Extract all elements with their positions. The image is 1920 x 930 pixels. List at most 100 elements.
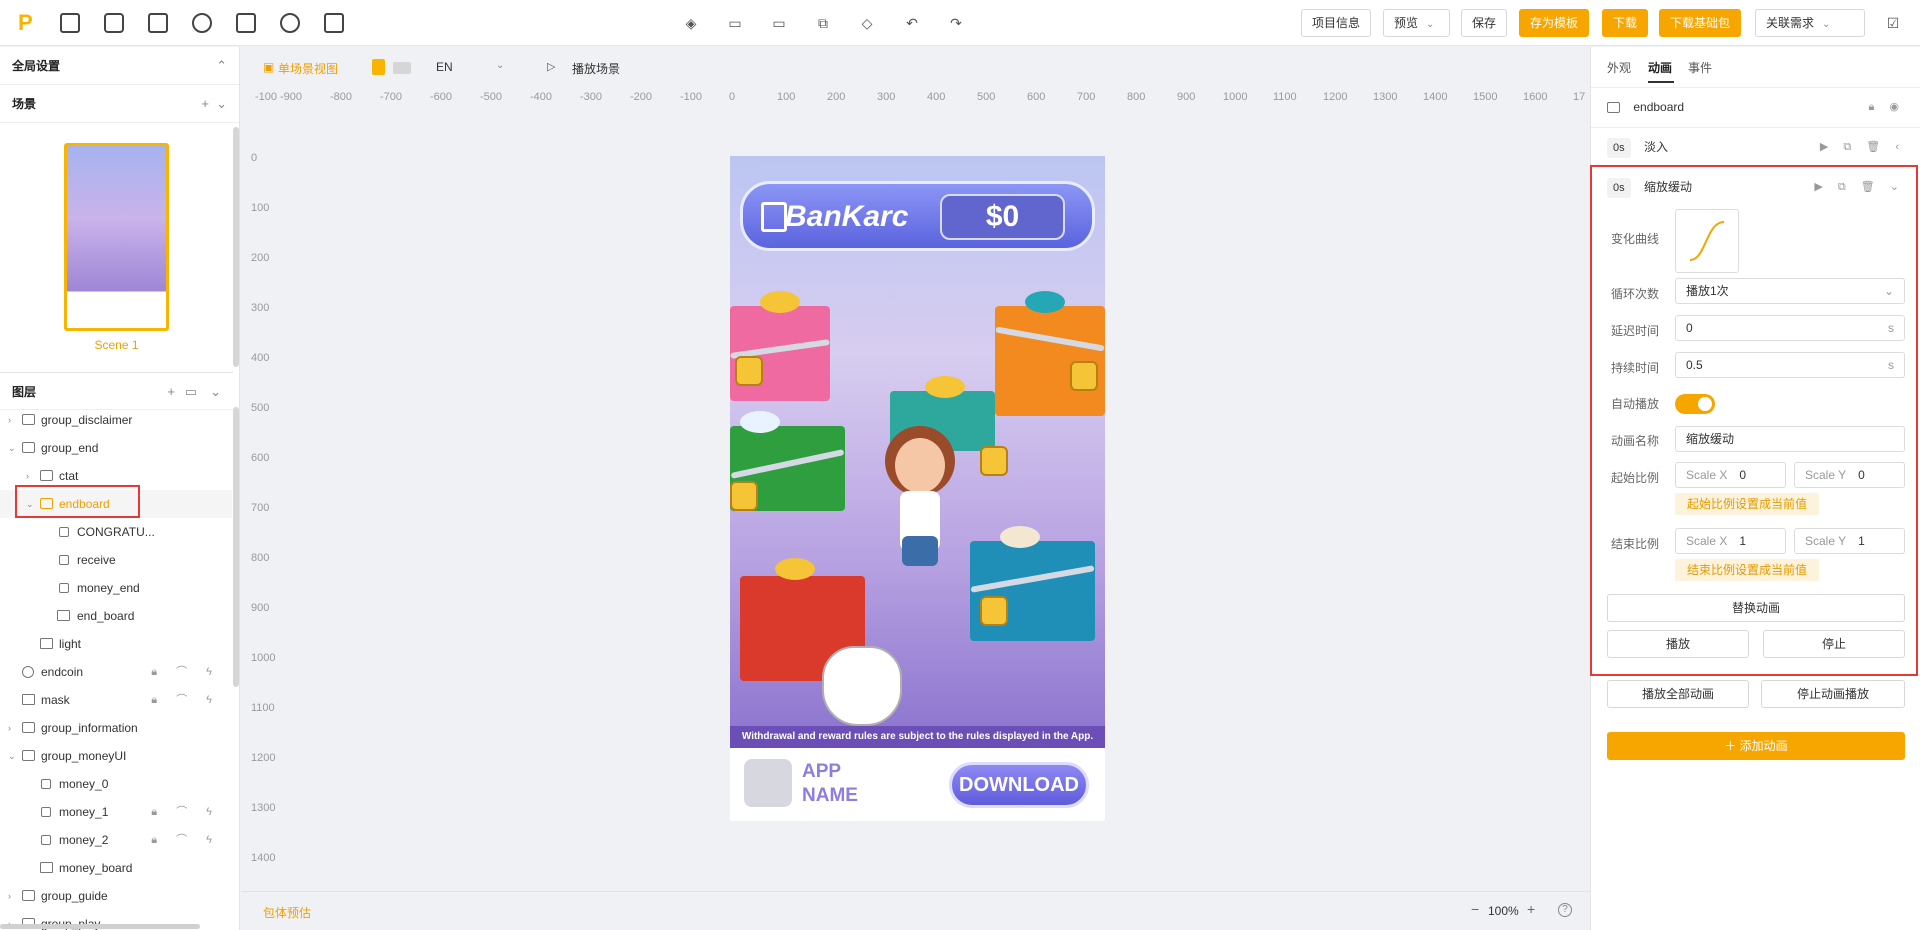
layout-icon[interactable] [104,13,124,33]
redo-icon[interactable]: ↷ [949,16,963,30]
layer-row[interactable]: › group_disclaimer [0,406,232,434]
ruler-tick: 1600 [1523,91,1548,103]
panel-icon[interactable] [324,13,344,33]
ad-preview[interactable]: BanKarc $0 Withdrawal and reward rules a… [730,156,1105,821]
eraser-icon[interactable]: ◇ [860,16,874,30]
folder-icon [1607,102,1620,114]
app-footer: APP NAME DOWNLOAD [730,748,1105,821]
ruler-tick: 1300 [251,802,276,814]
animation-item-fadein[interactable]: 0s 淡入 ▶ ⧉ 🗑︎ ‹ [1607,133,1905,161]
layer-row[interactable]: › group_information [0,714,232,742]
layer-row[interactable]: light [0,630,232,658]
layer-row[interactable]: ⌄ group_end [0,434,232,462]
save-button[interactable]: 保存 [1461,9,1508,37]
layer-row[interactable]: endcoin 🔒︎ ⌒ ϟ [0,658,232,686]
layer-row[interactable]: money_end [0,574,232,602]
gift-bow [1000,526,1040,548]
preview-label: 预览 [1394,16,1419,30]
layer-tools[interactable]: 🔒︎ ⌒ ϟ [151,826,220,854]
calc-icon[interactable] [236,13,256,33]
folder-icon[interactable]: ▭ [728,16,742,30]
layer-row[interactable]: money_1 🔒︎ ⌒ ϟ [0,798,232,826]
help-icon[interactable]: ? [1558,903,1572,917]
tab-animation[interactable]: 动画 [1648,59,1672,76]
chevron-down-icon[interactable]: ⌄ [216,85,227,123]
play-scene-button[interactable]: 播放场景 [572,60,620,77]
ruler-tick: 100 [777,91,796,103]
zoom-out-icon[interactable]: − [1471,901,1479,917]
gift-bow [1025,291,1065,313]
at-icon[interactable] [280,13,300,33]
layer-tools[interactable]: 🔒︎ ⌒ ϟ [151,686,220,714]
layer-label: endcoin [41,665,84,679]
ruler-tick: -300 [580,91,603,103]
linked-requirement-dropdown[interactable]: 关联需求 ⌄ [1755,9,1865,37]
stop-all-button[interactable]: 停止动画播放 [1761,680,1905,708]
lock-eye-icons[interactable]: 🔒︎ ◉ [1868,93,1905,121]
scene-thumbnail[interactable] [64,143,169,331]
download-base-button[interactable]: 下载基础包 [1659,9,1742,37]
scene-name[interactable]: Scene 1 [64,338,169,352]
scenes-scrollbar[interactable] [233,127,239,367]
play-all-button[interactable]: 播放全部动画 [1607,680,1749,708]
color-swatch-gray[interactable] [393,62,411,74]
chevron-down-icon[interactable]: ⌄ [8,742,16,770]
add-animation-button[interactable]: ＋ 添加动画 [1607,732,1905,760]
inbox-icon[interactable] [60,13,80,33]
ruler-tick: -400 [530,91,553,103]
layers-scrollbar[interactable] [233,407,239,687]
touch-icon[interactable] [192,13,212,33]
view-mode-icon[interactable]: ▣ [263,60,274,74]
gift-blue [970,541,1095,641]
save-template-button[interactable]: 存为模板 [1519,9,1590,37]
zoom-in-icon[interactable]: + [1527,901,1535,917]
layer-label: group_end [41,441,99,455]
layer-row[interactable]: receive [0,546,232,574]
layer-tools[interactable]: 🔒︎ ⌒ ϟ [151,798,220,826]
layers-title: 图层 [12,385,37,399]
layer-row[interactable]: money_0 [0,770,232,798]
package-estimate-link[interactable]: 包体预估 [263,904,311,921]
tab-appearance[interactable]: 外观 [1607,59,1631,76]
scenes-title: 场景 [12,97,37,111]
undo-icon[interactable]: ↶ [905,16,919,30]
layer-row[interactable]: › group_guide [0,882,232,910]
layers-icon[interactable]: ◈ [684,16,698,30]
color-swatch-yellow[interactable] [372,59,385,75]
bank-name: BanKarc [785,200,909,233]
play-icon[interactable]: ▷ [547,60,555,73]
layer-row[interactable]: end_board [0,602,232,630]
chevron-down-icon[interactable]: ⌄ [8,434,16,462]
chevron-up-icon[interactable]: ⌃ [216,47,227,85]
anim-actions[interactable]: ▶ ⧉ 🗑︎ ‹ [1820,133,1905,161]
ruler-tick: 300 [877,91,896,103]
tab-events[interactable]: 事件 [1688,59,1712,76]
global-settings-header[interactable]: 全局设置 ⌃ [0,47,239,85]
layer-label: money_board [59,861,133,875]
ad-download-button[interactable]: DOWNLOAD [949,762,1089,808]
text-icon[interactable] [148,13,168,33]
project-info-button[interactable]: 项目信息 [1301,9,1372,37]
add-scene-icon[interactable]: + [201,85,209,123]
canvas-area: ▣ 单场景视图 EN ⌄ ▷ 播放场景 -100 -900 -800 -700 … [241,47,1590,930]
layers-hscrollbar[interactable] [0,924,200,929]
layer-row[interactable]: mask 🔒︎ ⌒ ϟ [0,686,232,714]
layer-row[interactable]: money_2 🔒︎ ⌒ ϟ [0,826,232,854]
download-button[interactable]: 下载 [1602,9,1649,37]
layer-row[interactable]: ⌄ group_moneyUI [0,742,232,770]
chevron-right-icon[interactable]: › [8,714,11,742]
layer-row[interactable]: money_board [0,854,232,882]
layer-row[interactable]: CONGRATU... [0,518,232,546]
copy-icon[interactable]: ⧉ [816,16,830,30]
chevron-down-icon[interactable]: ⌄ [496,60,504,71]
chevron-right-icon[interactable]: › [8,882,11,910]
layer-tools[interactable]: 🔒︎ ⌒ ϟ [151,658,220,686]
lock-icon [730,481,758,511]
layer-label: mask [41,693,70,707]
preview-dropdown[interactable]: 预览 ⌄ [1383,9,1450,37]
view-mode-label[interactable]: 单场景视图 [278,60,338,77]
language-select[interactable]: EN [436,60,453,74]
folder-open-icon[interactable]: ▭ [772,16,786,30]
chevron-right-icon[interactable]: › [8,406,11,434]
clipboard-check-icon[interactable]: ☑ [1886,16,1900,30]
